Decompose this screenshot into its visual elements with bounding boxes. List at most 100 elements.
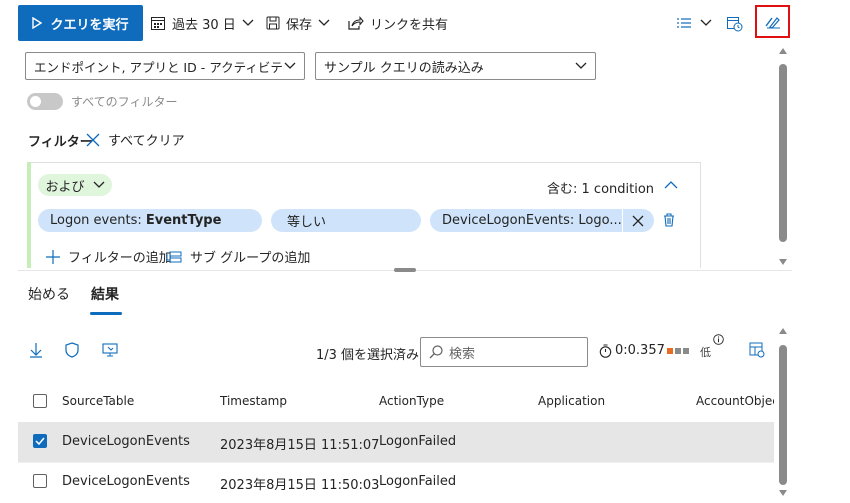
time-range-dropdown[interactable]: 過去 30 日 (150, 5, 254, 41)
row-checkbox[interactable] (33, 474, 47, 488)
take-action-button[interactable] (65, 342, 79, 358)
tab-getting-started[interactable]: 始める (28, 284, 70, 304)
column-header[interactable]: Timestamp (220, 394, 287, 408)
group-operator-label: および (45, 179, 85, 195)
clear-value-button[interactable] (623, 215, 654, 227)
chevron-down-icon (575, 62, 587, 70)
condition-value: DeviceLogonEvents: Logo... (442, 213, 622, 228)
meter-bar-1 (667, 348, 673, 354)
toggle-knob (30, 96, 41, 107)
column-settings-icon (749, 342, 765, 358)
clear-all-button[interactable]: すべてクリア (86, 130, 185, 149)
info-icon (713, 334, 724, 345)
delete-condition-button[interactable] (663, 213, 675, 227)
field-prefix: Logon events: (50, 213, 146, 228)
chevron-down-icon (318, 19, 330, 27)
group-contains-label: 含む: 1 condition (547, 182, 655, 197)
checkmark-icon (35, 437, 45, 445)
schedule-icon (726, 15, 743, 32)
run-query-label: クエリを実行 (50, 17, 129, 33)
calendar-icon (150, 15, 166, 31)
filter-label: フィルター (28, 135, 93, 150)
timer-icon (599, 343, 612, 358)
add-filter-button[interactable]: フィルターの追加 (46, 247, 172, 266)
add-subgroup-button[interactable]: サブ グループの追加 (166, 247, 310, 266)
chevron-up-icon (664, 180, 678, 189)
schedule-query-button[interactable] (726, 5, 743, 41)
save-button[interactable]: 保存 (266, 5, 330, 41)
play-icon (32, 17, 43, 29)
column-settings-button[interactable] (749, 342, 765, 358)
search-icon (429, 345, 443, 359)
share-link-button[interactable]: リンクを共有 (348, 5, 448, 41)
pane-resize-handle[interactable] (394, 268, 416, 272)
cell-action-type: LogonFailed (379, 434, 457, 449)
field-name: EventType (145, 213, 222, 228)
run-query-button[interactable]: クエリを実行 (18, 5, 143, 41)
results-scrollbar-thumb[interactable] (779, 345, 787, 485)
meter-bar-3 (683, 348, 689, 354)
group-accent-bar (27, 162, 31, 268)
row-checkbox[interactable] (33, 434, 47, 448)
edit-query-icon (764, 15, 782, 29)
elapsed-time: 0:0.357 (599, 343, 665, 358)
add-filter-label: フィルターの追加 (68, 251, 172, 266)
condition-field-dropdown[interactable]: Logon events: EventType (38, 209, 262, 232)
cell-timestamp: 2023年8月15日 11:50:03 (220, 478, 380, 493)
scroll-down-arrow[interactable] (779, 259, 787, 265)
close-icon (632, 215, 644, 227)
condition-operator-dropdown[interactable]: 等しい (271, 209, 421, 232)
select-all-checkbox[interactable] (33, 394, 47, 408)
save-icon (266, 16, 280, 30)
elapsed-value: 0:0.357 (615, 343, 665, 358)
schema-dropdown[interactable]: エンドポイント, アプリと ID - アクティビティ ログ,... (25, 52, 305, 80)
results-search-input[interactable]: 検索 (420, 337, 588, 367)
selection-count: 1/3 個を選択済み (316, 348, 420, 363)
condition-value-field[interactable]: DeviceLogonEvents: Logo... (430, 209, 654, 232)
chevron-down-icon (93, 181, 105, 189)
close-icon (86, 133, 100, 147)
clear-all-label: すべてクリア (108, 134, 185, 149)
save-label: 保存 (286, 17, 313, 33)
resource-info-button[interactable] (713, 334, 724, 345)
meter-bar-2 (675, 348, 681, 354)
share-icon (348, 16, 364, 30)
group-operator-dropdown[interactable]: および (38, 174, 112, 196)
cell-action-type: LogonFailed (379, 474, 457, 489)
scroll-up-arrow[interactable] (779, 328, 787, 334)
download-icon (30, 343, 42, 358)
all-filters-label: すべてのフィルター (71, 95, 178, 109)
chevron-down-icon (700, 19, 712, 27)
collapse-group-button[interactable] (664, 180, 678, 189)
chevron-down-icon (284, 62, 296, 70)
sample-query-dropdown-value: サンプル クエリの読み込み (324, 60, 484, 76)
add-subgroup-label: サブ グループの追加 (190, 251, 311, 266)
schema-dropdown-value: エンドポイント, アプリと ID - アクティビティ ログ,... (34, 59, 284, 75)
column-header[interactable]: SourceTable (62, 394, 134, 408)
time-range-label: 過去 30 日 (172, 17, 236, 33)
delete-icon (663, 213, 675, 227)
column-header[interactable]: Application (538, 394, 605, 408)
device-action-button[interactable] (102, 343, 118, 357)
scroll-up-arrow[interactable] (779, 48, 787, 54)
resource-usage-meter (667, 348, 689, 354)
shield-icon (65, 342, 79, 358)
cell-source-table: DeviceLogonEvents (62, 434, 190, 449)
scroll-down-arrow[interactable] (779, 490, 787, 496)
device-action-icon (102, 343, 118, 357)
search-placeholder: 検索 (449, 346, 476, 362)
edit-query-button[interactable] (755, 5, 790, 38)
column-header[interactable]: AccountObjectI (696, 394, 774, 408)
column-header[interactable]: ActionType (379, 394, 444, 408)
add-icon (46, 249, 60, 264)
sample-query-dropdown[interactable]: サンプル クエリの読み込み (315, 52, 596, 80)
query-scrollbar-thumb[interactable] (779, 64, 787, 242)
active-tab-indicator (90, 312, 122, 315)
list-view-icon (676, 17, 692, 29)
cell-timestamp: 2023年8月15日 11:51:07 (220, 438, 380, 453)
tab-results[interactable]: 結果 (91, 284, 119, 304)
export-button[interactable] (30, 343, 42, 358)
resource-level: 低 (700, 346, 711, 359)
chevron-down-icon (242, 19, 254, 27)
view-options-dropdown[interactable] (676, 5, 712, 41)
